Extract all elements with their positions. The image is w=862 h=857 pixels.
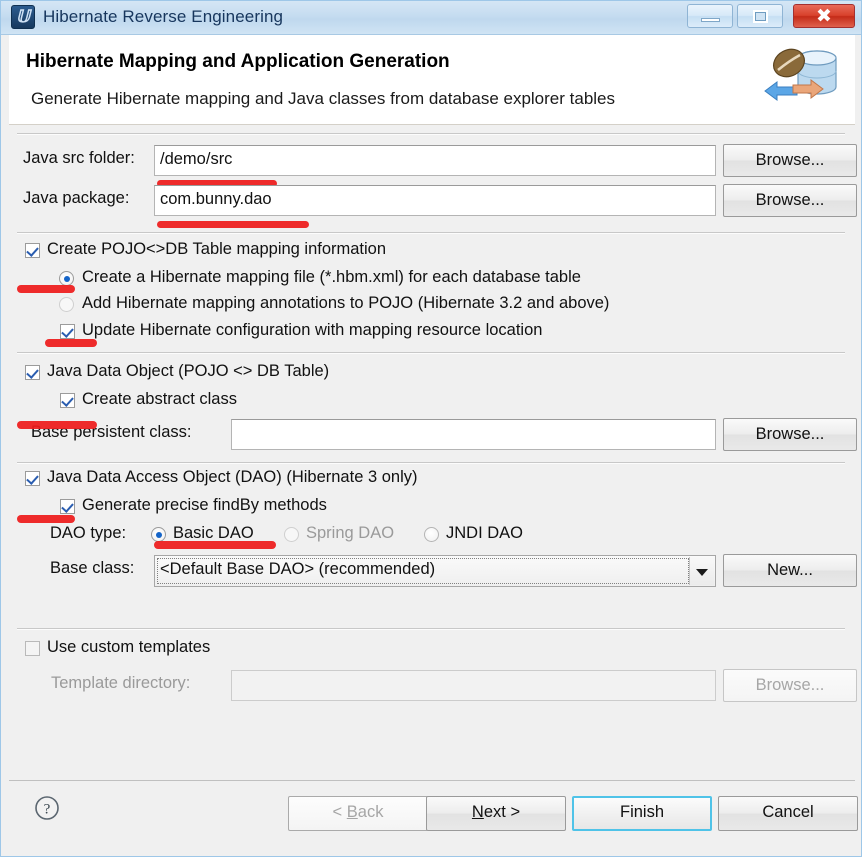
dao-type-spring-radio [284,527,299,542]
chevron-down-icon[interactable] [689,557,714,585]
back-button-prefix: < [332,803,347,821]
annotation-stroke-generate-findby [17,515,75,523]
java-data-object-checkbox[interactable] [25,365,40,380]
java-src-folder-input[interactable]: /demo/src [154,145,716,176]
create-abstract-class-label: Create abstract class [82,390,237,408]
back-button-suffix: ack [357,803,384,821]
annotations-radio[interactable] [59,297,74,312]
annotation-stroke-basic-dao [154,541,276,549]
generate-findby-label: Generate precise findBy methods [82,496,327,514]
java-package-input[interactable]: com.bunny.dao [154,185,716,216]
dialog-header: Hibernate Mapping and Application Genera… [9,35,855,125]
dialog-footer: ? < Back Next > Finish Cancel [9,780,858,850]
java-dao-checkbox[interactable] [25,471,40,486]
separator-after-package [17,232,845,234]
next-button-mnemonic: N [471,803,484,821]
page-title: Hibernate Mapping and Application Genera… [26,51,450,72]
back-button-mnemonic: B [346,803,358,821]
annotations-radio-label: Add Hibernate mapping annotations to POJ… [82,294,610,312]
java-src-folder-label: Java src folder: [23,149,135,167]
annotation-stroke-base-persistent-class [17,421,97,429]
create-mapping-checkbox[interactable] [25,243,40,258]
base-class-new-button[interactable]: New... [723,554,857,587]
template-directory-input [231,670,716,701]
annotation-stroke-mapping-file [17,285,75,293]
minimize-icon [701,18,720,22]
create-abstract-class-checkbox[interactable] [60,393,75,408]
update-config-checkbox[interactable] [60,324,75,339]
mapping-file-radio[interactable] [59,271,74,286]
base-persistent-class-input[interactable] [231,419,716,450]
java-package-browse-button[interactable]: Browse... [723,184,857,217]
help-question-icon[interactable]: ? [33,794,61,822]
hibernate-icon: 𝕌 [11,5,35,29]
base-class-combobox[interactable]: <Default Base DAO> (recommended) [154,555,716,587]
separator-before-templates [17,628,845,630]
base-class-focus-ring [157,558,689,584]
close-button[interactable]: ✖ [793,4,855,28]
close-icon: ✖ [816,5,832,27]
generate-findby-checkbox[interactable] [60,499,75,514]
maximize-button[interactable] [737,4,783,28]
use-custom-templates-label: Use custom templates [47,638,211,656]
window-title: Hibernate Reverse Engineering [43,7,284,26]
annotation-stroke-java-package [157,221,309,228]
dialog-content: Java src folder: /demo/src Browse... Jav… [9,125,857,780]
java-src-folder-browse-button[interactable]: Browse... [723,144,857,177]
hibernate-reverse-engineering-dialog: 𝕌 Hibernate Reverse Engineering ✖ Hibern… [0,0,862,857]
dao-type-label: DAO type: [50,524,127,542]
title-bar: 𝕌 Hibernate Reverse Engineering ✖ [1,1,861,35]
cancel-button[interactable]: Cancel [718,796,858,831]
dao-type-spring-label: Spring DAO [306,524,395,542]
separator-top [17,133,845,135]
dao-type-jndi-radio[interactable] [424,527,439,542]
base-class-label: Base class: [50,559,135,577]
back-button: < Back [288,796,428,831]
page-subtitle: Generate Hibernate mapping and Java clas… [31,89,616,108]
dao-type-jndi-label: JNDI DAO [446,524,524,542]
annotation-stroke-update-config [45,339,97,347]
create-mapping-label: Create POJO<>DB Table mapping informatio… [47,240,387,258]
separator-after-mapping [17,352,845,354]
dao-type-basic-radio[interactable] [151,527,166,542]
separator-after-pojo [17,462,845,464]
java-data-object-label: Java Data Object (POJO <> DB Table) [47,362,330,380]
java-to-database-icon [753,41,845,117]
java-dao-label: Java Data Access Object (DAO) (Hibernate… [47,468,418,486]
next-button[interactable]: Next > [426,796,566,831]
template-directory-label: Template directory: [51,674,191,692]
template-directory-browse-button: Browse... [723,669,857,702]
base-persistent-class-browse-button[interactable]: Browse... [723,418,857,451]
update-config-label: Update Hibernate configuration with mapp… [82,321,543,339]
mapping-file-radio-label: Create a Hibernate mapping file (*.hbm.x… [82,268,581,286]
maximize-icon [753,10,768,23]
next-button-suffix: ext > [483,803,521,821]
use-custom-templates-checkbox[interactable] [25,641,40,656]
minimize-button[interactable] [687,4,733,28]
svg-text:?: ? [44,802,51,818]
finish-button[interactable]: Finish [572,796,712,831]
java-package-label: Java package: [23,189,130,207]
